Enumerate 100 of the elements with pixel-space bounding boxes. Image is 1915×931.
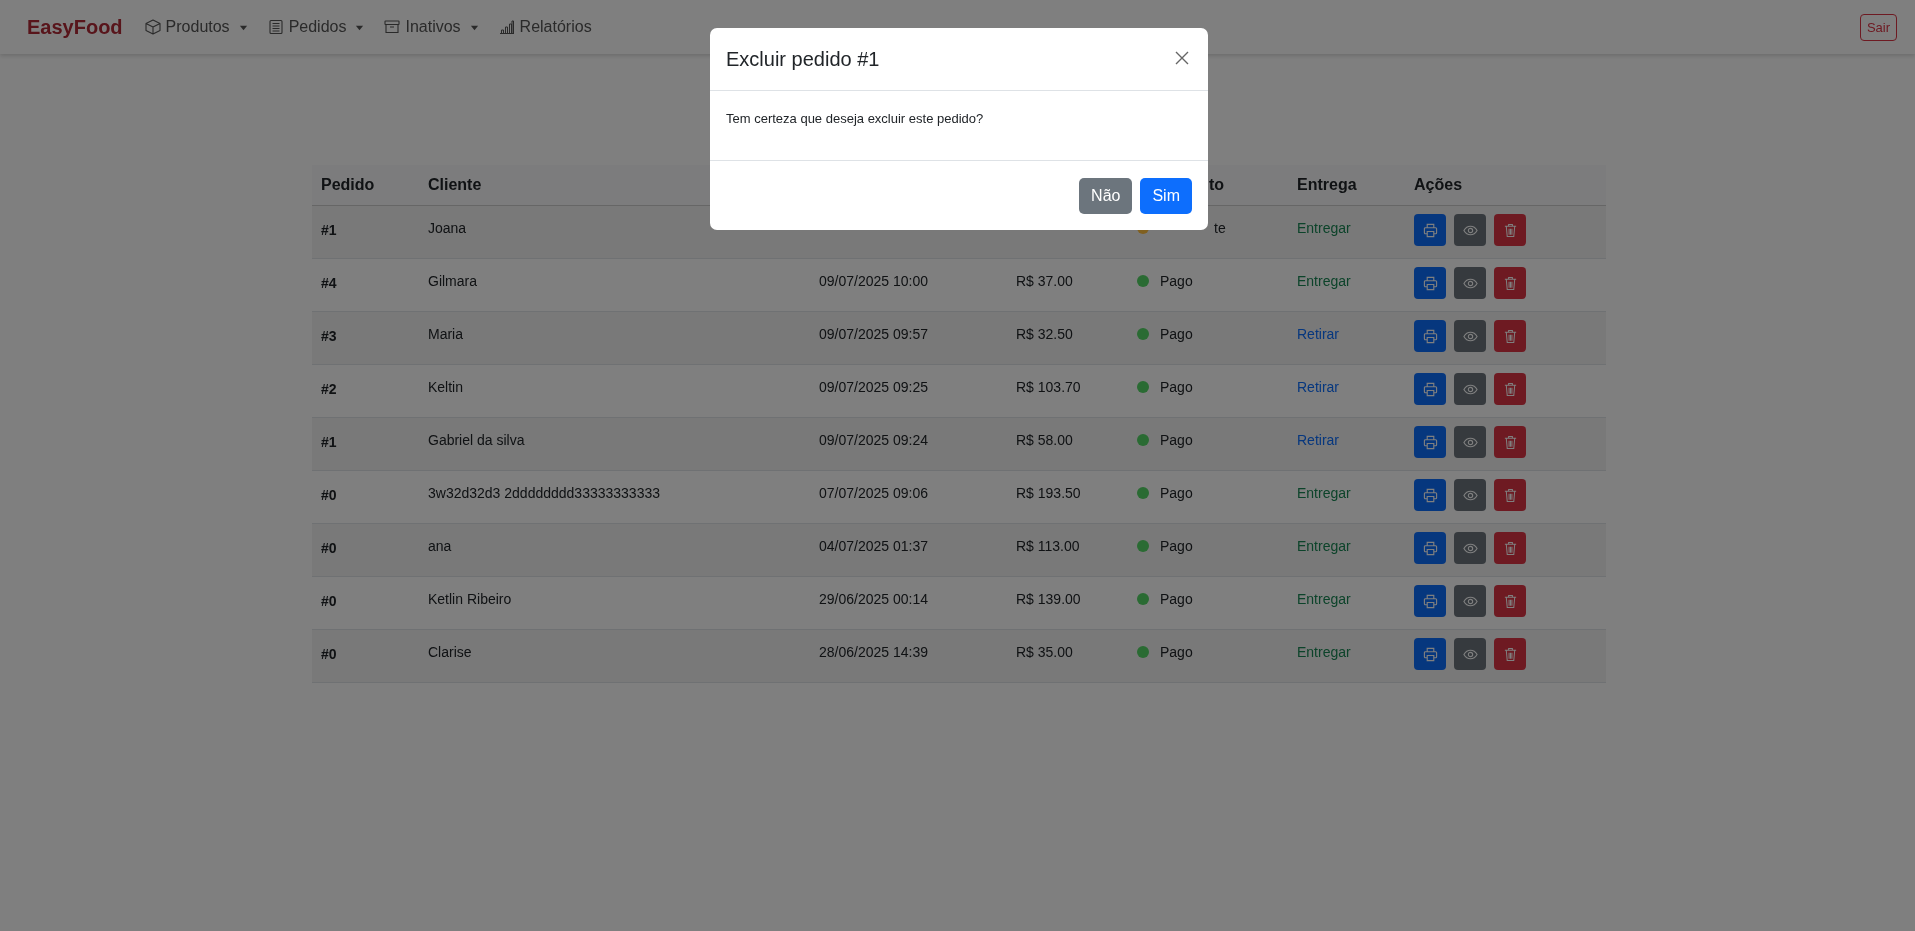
payment-status: Pago: [1160, 326, 1193, 342]
trash-icon: [1502, 646, 1518, 662]
order-number: #2: [312, 364, 419, 418]
order-total: R$ 37.00: [1007, 258, 1128, 312]
order-date: 09/07/2025 09:24: [810, 417, 1007, 471]
nav-link[interactable]: Pedidos: [267, 18, 365, 36]
order-date: 09/07/2025 09:57: [810, 311, 1007, 365]
client-name: ana: [419, 523, 810, 577]
delivery-link[interactable]: Entregar: [1297, 538, 1351, 554]
bar-chart-icon: [498, 19, 515, 35]
order-total: R$ 32.50: [1007, 311, 1128, 365]
payment-status: te: [1214, 220, 1226, 236]
order-total: R$ 58.00: [1007, 417, 1128, 471]
cancel-button[interactable]: Não: [1079, 178, 1133, 214]
logout-button[interactable]: Sair: [1859, 13, 1897, 41]
printer-icon: [1422, 487, 1438, 503]
print-button[interactable]: [1414, 373, 1446, 405]
order-number: #0: [312, 470, 419, 524]
order-total: R$ 35.00: [1007, 629, 1128, 683]
print-button[interactable]: [1414, 214, 1446, 246]
view-button[interactable]: [1454, 638, 1486, 670]
order-date: 09/07/2025 10:00: [810, 258, 1007, 312]
trash-icon: [1502, 328, 1518, 344]
order-total: R$ 193.50: [1007, 470, 1128, 524]
order-date: 07/07/2025 09:06: [810, 470, 1007, 524]
delivery-link[interactable]: Retirar: [1297, 432, 1339, 448]
order-number: #0: [312, 629, 419, 683]
delete-button[interactable]: [1494, 373, 1526, 405]
view-button[interactable]: [1454, 373, 1486, 405]
client-name: Gilmara: [419, 258, 810, 312]
delete-button[interactable]: [1494, 532, 1526, 564]
print-button[interactable]: [1414, 426, 1446, 458]
view-button[interactable]: [1454, 426, 1486, 458]
delete-button[interactable]: [1494, 426, 1526, 458]
trash-icon: [1502, 487, 1518, 503]
order-date: 29/06/2025 00:14: [810, 576, 1007, 630]
order-number: #4: [312, 258, 419, 312]
trash-icon: [1502, 434, 1518, 450]
printer-icon: [1422, 381, 1438, 397]
order-date: 28/06/2025 14:39: [810, 629, 1007, 683]
view-button[interactable]: [1454, 267, 1486, 299]
delete-button[interactable]: [1494, 320, 1526, 352]
delete-button[interactable]: [1494, 267, 1526, 299]
view-button[interactable]: [1454, 479, 1486, 511]
nav-link[interactable]: Inativos: [384, 18, 479, 36]
client-name: Maria: [419, 311, 810, 365]
dialog-title: Excluir pedido #1: [726, 47, 880, 71]
order-total: R$ 103.70: [1007, 364, 1128, 418]
nav-link[interactable]: Produtos: [144, 18, 248, 36]
dialog-message: Tem certeza que deseja excluir este pedido?: [726, 111, 985, 126]
printer-icon: [1422, 222, 1438, 238]
printer-icon: [1422, 434, 1438, 450]
order-date: 04/07/2025 01:37: [810, 523, 1007, 577]
trash-icon: [1502, 381, 1518, 397]
view-button[interactable]: [1454, 532, 1486, 564]
delivery-link[interactable]: Retirar: [1297, 379, 1339, 395]
archive-icon: [384, 19, 401, 35]
delivery-link[interactable]: Entregar: [1297, 591, 1351, 607]
order-total: R$ 113.00: [1007, 523, 1128, 577]
trash-icon: [1502, 222, 1518, 238]
print-button[interactable]: [1414, 638, 1446, 670]
print-button[interactable]: [1414, 267, 1446, 299]
delete-button[interactable]: [1494, 214, 1526, 246]
trash-icon: [1502, 540, 1518, 556]
payment-status: Pago: [1160, 591, 1193, 607]
close-icon: [1174, 50, 1190, 66]
trash-icon: [1502, 593, 1518, 609]
payment-status: Pago: [1160, 379, 1193, 395]
nav-link[interactable]: Relatórios: [498, 18, 592, 36]
confirm-button[interactable]: Sim: [1140, 178, 1192, 214]
client-name: Keltin: [419, 364, 810, 418]
delivery-link[interactable]: Entregar: [1297, 220, 1351, 236]
column-header: to: [1209, 176, 1225, 194]
view-button[interactable]: [1454, 585, 1486, 617]
order-number: #0: [312, 523, 419, 577]
delivery-link[interactable]: Retirar: [1297, 326, 1339, 342]
delivery-link[interactable]: Entregar: [1297, 273, 1351, 289]
brand-logo[interactable]: EasyFood: [27, 15, 123, 39]
printer-icon: [1422, 646, 1438, 662]
print-button[interactable]: [1414, 479, 1446, 511]
print-button[interactable]: [1414, 320, 1446, 352]
delete-button[interactable]: [1494, 585, 1526, 617]
printer-icon: [1422, 593, 1438, 609]
delete-button[interactable]: [1494, 479, 1526, 511]
print-button[interactable]: [1414, 532, 1446, 564]
order-date: 09/07/2025 09:25: [810, 364, 1007, 418]
print-button[interactable]: [1414, 585, 1446, 617]
order-total: R$ 139.00: [1007, 576, 1128, 630]
delete-button[interactable]: [1494, 638, 1526, 670]
delivery-link[interactable]: Entregar: [1297, 644, 1351, 660]
view-button[interactable]: [1454, 214, 1486, 246]
client-name: Ketlin Ribeiro: [419, 576, 810, 630]
printer-icon: [1422, 540, 1438, 556]
client-name: 3w32d32d3 2dddddddd33333333333: [419, 470, 810, 524]
delivery-link[interactable]: Entregar: [1297, 485, 1351, 501]
payment-status: Pago: [1160, 273, 1193, 289]
view-button[interactable]: [1454, 320, 1486, 352]
payment-status: Pago: [1160, 538, 1193, 554]
order-number: #1: [312, 417, 419, 471]
printer-icon: [1422, 275, 1438, 291]
